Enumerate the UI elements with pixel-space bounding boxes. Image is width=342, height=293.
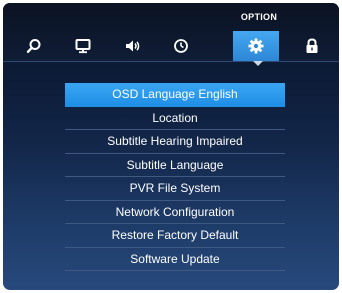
menu-item-label: Software Update [130,251,220,266]
tab-lock[interactable] [289,31,335,61]
menu-item-osd-language[interactable]: OSD Language English [65,83,285,107]
tab-sound[interactable] [110,31,156,61]
menu-item-label: Location [152,110,198,125]
menu-item-label: Network Configuration [115,204,235,219]
settings-screen: OPTION OSD Language English Location Sub… [3,3,339,290]
menu-item-pvr-file-system[interactable]: PVR File System [65,177,285,201]
tab-option[interactable] [233,31,279,61]
menu-item-location[interactable]: Location [65,107,285,130]
clock-icon [174,39,188,53]
menu-item-software-update[interactable]: Software Update [65,248,285,271]
search-icon [26,39,41,54]
menu-item-subtitle-hearing-impaired[interactable]: Subtitle Hearing Impaired [65,130,285,154]
active-tab-indicator [253,61,263,66]
tab-bar [3,31,339,65]
menu-item-label: OSD Language English [112,87,238,102]
speaker-icon [126,40,140,52]
menu-item-subtitle-language[interactable]: Subtitle Language [65,154,285,177]
section-title: OPTION [240,12,278,22]
tab-time[interactable] [158,31,204,61]
option-menu: OSD Language English Location Subtitle H… [65,83,285,271]
menu-item-label: Restore Factory Default [111,228,239,243]
menu-item-label: Subtitle Language [126,157,224,172]
menu-item-label: PVR File System [129,181,221,196]
menu-item-network-configuration[interactable]: Network Configuration [65,201,285,224]
monitor-icon [75,39,91,54]
menu-item-restore-factory-default[interactable]: Restore Factory Default [65,224,285,248]
tab-search[interactable] [11,31,57,61]
gear-icon [248,38,264,54]
lock-icon [306,38,318,53]
tab-divider [3,61,339,62]
tab-picture[interactable] [60,31,106,61]
menu-item-label: Subtitle Hearing Impaired [107,134,243,149]
